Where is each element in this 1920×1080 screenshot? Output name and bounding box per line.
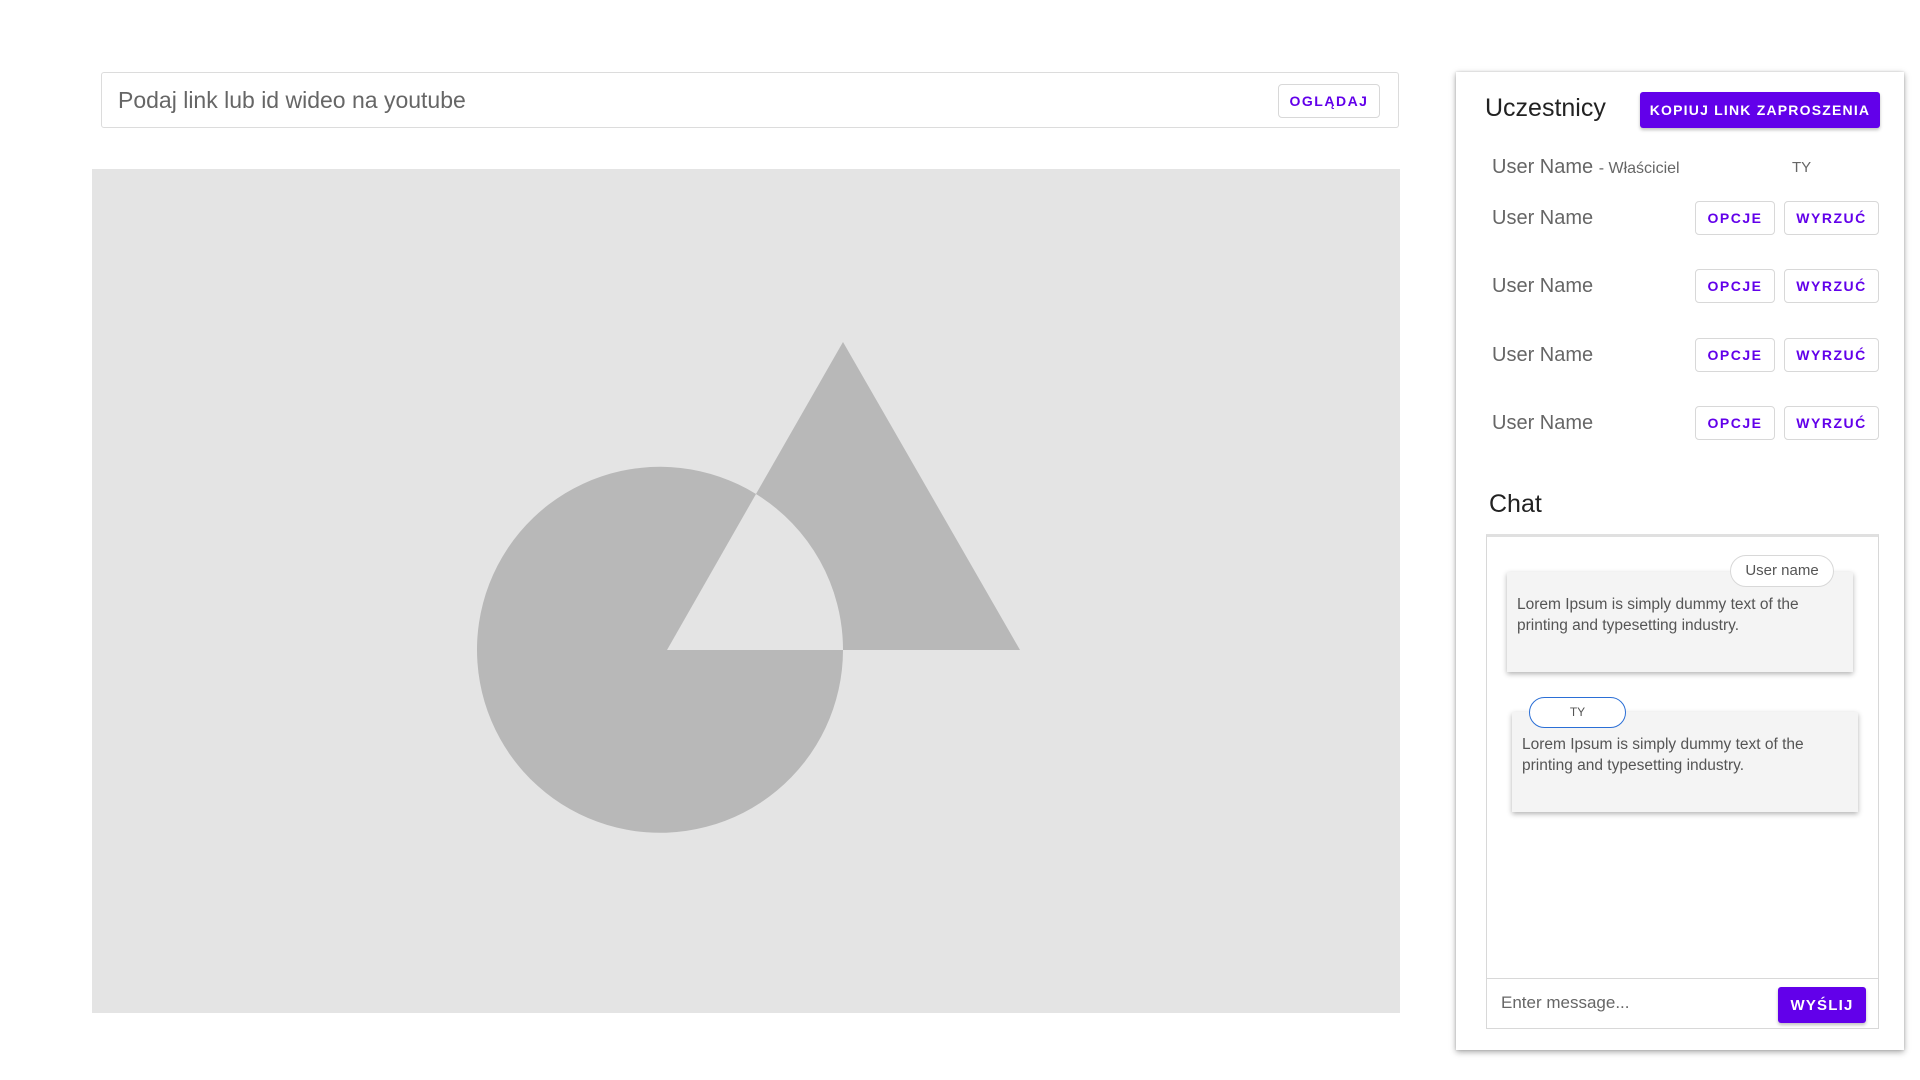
participant-options-button[interactable]: OPCJE: [1695, 201, 1775, 235]
video-player[interactable]: [92, 169, 1400, 1013]
video-url-bar: OGLĄDAJ: [101, 72, 1399, 128]
participant-kick-button[interactable]: WYRZUĆ: [1784, 338, 1879, 372]
you-tag: TY: [1792, 159, 1812, 176]
participant-name: User Name: [1492, 207, 1594, 229]
image-placeholder-icon: [477, 342, 1021, 833]
chat-message-author: User name: [1730, 555, 1834, 587]
copy-invite-link-button[interactable]: KOPIUJ LINK ZAPROSZENIA: [1640, 92, 1880, 128]
participants-title: Uczestnicy: [1485, 94, 1606, 122]
participant-name: User Name - Właściciel: [1492, 156, 1680, 178]
chat-input-bar: WYŚLIJ: [1487, 978, 1878, 1028]
participant-name: User Name: [1492, 344, 1594, 366]
participant-options-button[interactable]: OPCJE: [1695, 338, 1775, 372]
send-message-button[interactable]: WYŚLIJ: [1778, 987, 1866, 1023]
chat-message-author-self: TY: [1529, 697, 1626, 728]
owner-role-label: - Właściciel: [1598, 160, 1680, 177]
participant-options-button[interactable]: OPCJE: [1695, 269, 1775, 303]
video-url-input[interactable]: [118, 73, 1218, 127]
participant-row: User Name OPCJE WYRZUĆ: [1492, 201, 1882, 237]
chat-title: Chat: [1489, 490, 1542, 518]
participant-name: User Name: [1492, 412, 1594, 434]
participant-kick-button[interactable]: WYRZUĆ: [1784, 406, 1879, 440]
participant-options-button[interactable]: OPCJE: [1695, 406, 1775, 440]
participant-row: User Name OPCJE WYRZUĆ: [1492, 338, 1882, 374]
participant-name: User Name: [1492, 275, 1594, 297]
chat-message-input[interactable]: [1501, 979, 1771, 1027]
chat-box: Lorem Ipsum is simply dummy text of the …: [1486, 534, 1879, 1029]
participant-row: User Name OPCJE WYRZUĆ: [1492, 406, 1882, 442]
participant-kick-button[interactable]: WYRZUĆ: [1784, 201, 1879, 235]
chat-message-text: Lorem Ipsum is simply dummy text of the …: [1517, 596, 1799, 634]
participant-kick-button[interactable]: WYRZUĆ: [1784, 269, 1879, 303]
chat-message: Lorem Ipsum is simply dummy text of the …: [1507, 572, 1853, 672]
participant-row-owner: User Name - Właściciel TY: [1492, 150, 1882, 186]
watch-button[interactable]: OGLĄDAJ: [1278, 84, 1380, 118]
participant-row: User Name OPCJE WYRZUĆ: [1492, 269, 1882, 305]
chat-message-text: Lorem Ipsum is simply dummy text of the …: [1522, 736, 1804, 774]
side-panel: Uczestnicy KOPIUJ LINK ZAPROSZENIA User …: [1456, 72, 1904, 1050]
